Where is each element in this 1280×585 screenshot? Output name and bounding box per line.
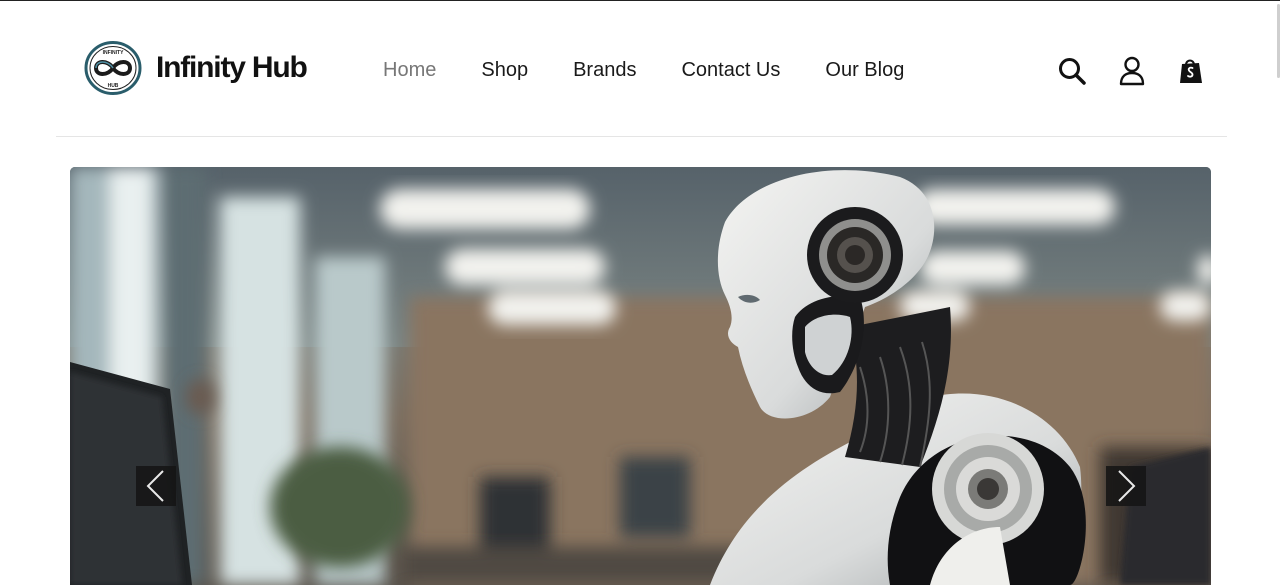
logo-bottom-text: HUB (108, 83, 119, 89)
hero-slide-image (70, 167, 1211, 585)
brand-name: Infinity Hub (156, 51, 308, 84)
nav-brands[interactable]: Brands (573, 57, 636, 83)
logo-top-text: INFINITY (103, 50, 124, 56)
header-divider (56, 136, 1227, 137)
infinity-logo-icon: INFINITY HUB (84, 41, 142, 95)
search-icon (1059, 58, 1086, 85)
shopping-bag-icon (1180, 59, 1202, 83)
account-button[interactable] (1116, 55, 1148, 87)
hero-slider (70, 167, 1211, 585)
user-icon (1119, 56, 1145, 86)
search-button[interactable] (1056, 55, 1088, 87)
nav-contact-us[interactable]: Contact Us (681, 57, 780, 83)
header-actions (1056, 55, 1207, 87)
nav-our-blog[interactable]: Our Blog (825, 57, 904, 83)
nav-home[interactable]: Home (383, 57, 436, 83)
chevron-left-icon (146, 470, 164, 502)
main-nav: Home Shop Brands Contact Us Our Blog (383, 57, 949, 83)
chevron-right-icon (1118, 470, 1136, 502)
brand-logo-link[interactable]: INFINITY HUB Infinity Hub (84, 41, 308, 95)
cart-button[interactable] (1175, 55, 1207, 87)
nav-shop[interactable]: Shop (481, 57, 528, 83)
slider-prev-button[interactable] (136, 466, 176, 506)
site-header: INFINITY HUB Infinity Hub Home Shop Bran… (0, 1, 1280, 136)
slider-next-button[interactable] (1106, 466, 1146, 506)
